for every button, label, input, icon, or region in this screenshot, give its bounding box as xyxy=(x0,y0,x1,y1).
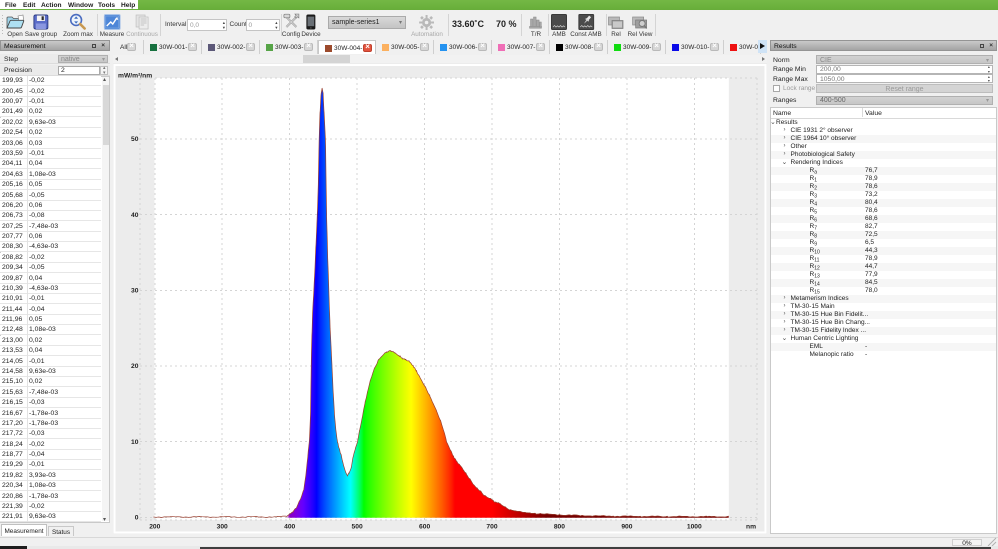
svg-text:10: 10 xyxy=(131,439,139,446)
svg-text:50: 50 xyxy=(131,136,139,143)
svg-text:nm: nm xyxy=(746,524,756,531)
svg-text:200: 200 xyxy=(149,524,160,531)
svg-text:0: 0 xyxy=(135,515,139,522)
svg-text:800: 800 xyxy=(554,524,565,531)
svg-text:600: 600 xyxy=(419,524,430,531)
svg-text:1000: 1000 xyxy=(687,524,702,531)
svg-text:300: 300 xyxy=(217,524,228,531)
svg-text:500: 500 xyxy=(352,524,363,531)
svg-text:20: 20 xyxy=(131,363,139,370)
svg-text:900: 900 xyxy=(621,524,632,531)
svg-text:400: 400 xyxy=(284,524,295,531)
svg-text:700: 700 xyxy=(486,524,497,531)
svg-text:30: 30 xyxy=(131,288,139,295)
svg-text:40: 40 xyxy=(131,212,139,219)
svg-text:mW/m²/nm: mW/m²/nm xyxy=(118,73,152,80)
